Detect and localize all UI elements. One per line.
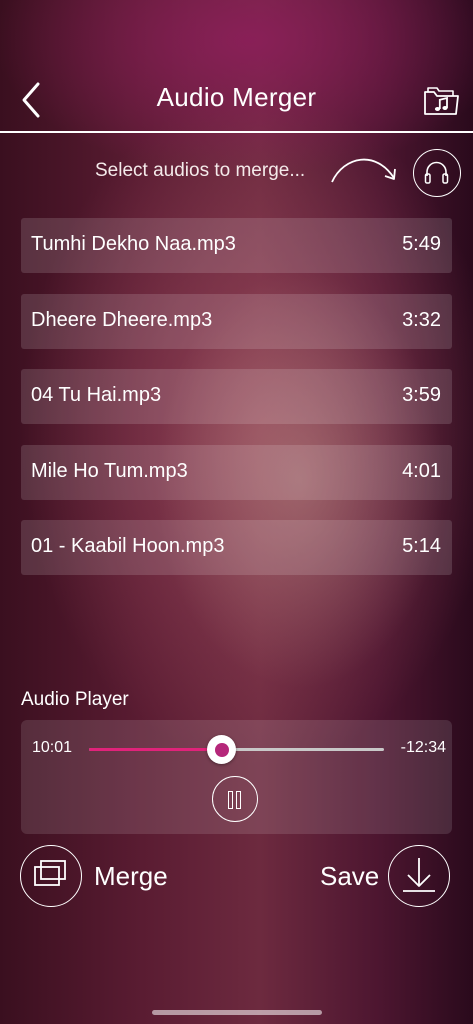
list-item[interactable]: Mile Ho Tum.mp3 4:01 — [21, 444, 452, 500]
track-duration: 3:59 — [402, 384, 441, 406]
track-duration: 5:14 — [402, 535, 441, 557]
download-icon — [388, 845, 450, 907]
page-title: Audio Merger — [156, 82, 317, 112]
folder-button[interactable] — [422, 83, 460, 119]
audio-player: 10:01 -12:34 — [21, 720, 452, 834]
track-duration: 4:01 — [402, 459, 441, 482]
track-duration: 5:49 — [402, 233, 441, 255]
music-folder-icon — [424, 87, 459, 115]
track-name: 04 Tu Hai.mp3 — [31, 384, 162, 406]
merge-icon — [20, 845, 82, 907]
track-name: Tumhi Dekho Naa.mp3 — [31, 233, 236, 255]
home-indicator[interactable] — [152, 1010, 322, 1015]
merge-button[interactable]: Merge — [20, 845, 210, 907]
track-name: Mile Ho Tum.mp3 — [31, 459, 188, 482]
track-duration: 3:32 — [402, 308, 441, 331]
seek-slider-thumb[interactable] — [207, 735, 237, 764]
track-name: Dheere Dheere.mp3 — [31, 308, 213, 331]
curved-arrow-icon — [331, 158, 396, 183]
header-divider — [0, 131, 473, 133]
save-button[interactable]: Save — [318, 845, 454, 907]
list-item[interactable]: Dheere Dheere.mp3 3:32 — [21, 293, 452, 349]
track-name: 01 - Kaabil Hoon.mp3 — [31, 535, 225, 557]
elapsed-time: 10:01 — [32, 739, 73, 756]
merge-hint: Select audios to merge... — [95, 160, 306, 181]
save-label: Save — [320, 861, 380, 891]
seek-slider-progress — [89, 748, 222, 751]
list-item[interactable]: 04 Tu Hai.mp3 3:59 — [21, 369, 452, 424]
header: Audio Merger — [0, 0, 473, 133]
remaining-time: -12:34 — [400, 739, 446, 756]
headphones-button[interactable] — [413, 149, 461, 197]
headphones-icon — [424, 161, 449, 184]
list-item[interactable]: 01 - Kaabil Hoon.mp3 5:14 — [21, 520, 452, 575]
pause-button[interactable] — [212, 776, 258, 822]
list-item[interactable]: Tumhi Dekho Naa.mp3 5:49 — [21, 218, 452, 273]
audio-player-label: Audio Player — [21, 689, 129, 710]
seek-slider[interactable] — [89, 735, 384, 764]
audio-list: Tumhi Dekho Naa.mp3 5:49 Dheere Dheere.m… — [21, 218, 452, 596]
merge-label: Merge — [94, 861, 168, 891]
